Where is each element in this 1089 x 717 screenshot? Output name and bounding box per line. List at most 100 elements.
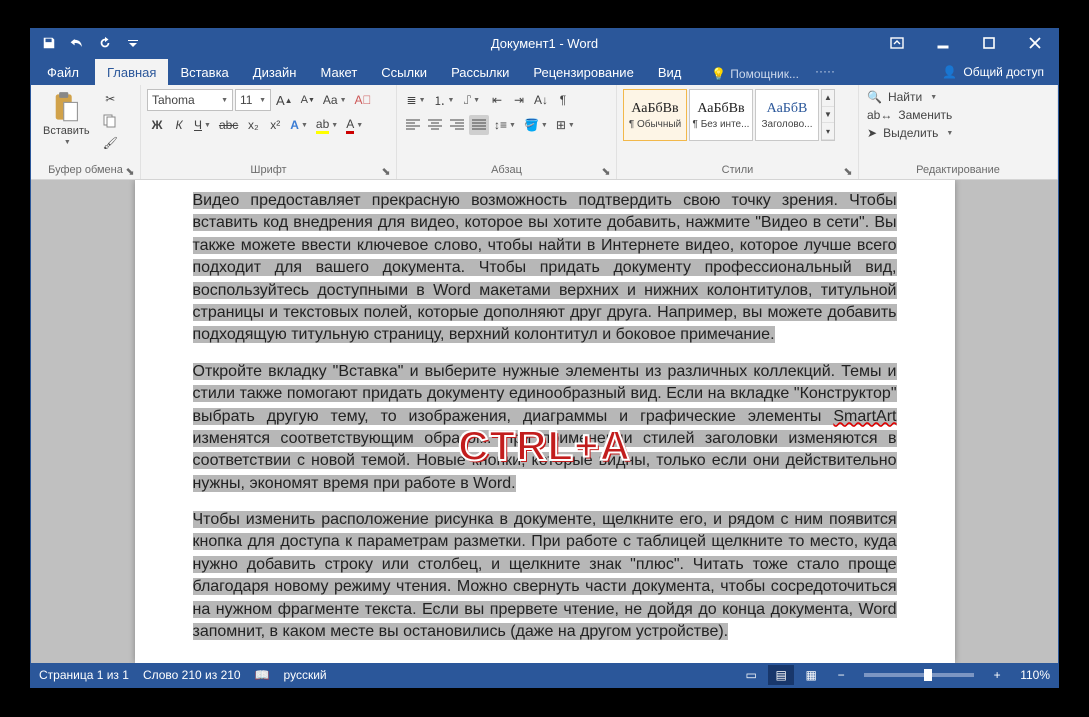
zoom-thumb[interactable] — [924, 669, 932, 681]
change-case-button[interactable]: Aa▼ — [320, 90, 350, 110]
shading-button[interactable]: 🪣▼ — [521, 115, 551, 135]
page-icon: ▤ — [776, 668, 787, 682]
font-size-select[interactable]: 11▼ — [235, 89, 271, 111]
page: Видео предоставляет прекрасную возможнос… — [135, 180, 955, 663]
group-clipboard: Вставить ▼ ✂ 🖌 Буфер обмена⬊ — [31, 85, 141, 179]
line-spacing-button[interactable]: ↕≡▼ — [491, 115, 519, 135]
justify-icon — [472, 119, 486, 131]
tab-layout[interactable]: Макет — [308, 59, 369, 85]
body-text[interactable]: Видео предоставляет прекрасную возможнос… — [135, 190, 955, 643]
paragraph-1: Видео предоставляет прекрасную возможнос… — [193, 192, 897, 343]
strikethrough-button[interactable]: abc — [216, 115, 241, 135]
align-center-icon — [428, 119, 442, 131]
style-no-spacing[interactable]: АаБбВв¶ Без инте... — [689, 89, 753, 141]
proofing-icon[interactable]: 📖 — [255, 668, 270, 682]
find-button[interactable]: 🔍Найти▼ — [865, 89, 955, 105]
font-color-button[interactable]: A▼ — [343, 115, 366, 135]
bullets-button[interactable]: ≣▼ — [403, 89, 429, 111]
print-layout-button[interactable]: ▤ — [768, 665, 794, 685]
align-center-button[interactable] — [425, 115, 445, 135]
zoom-in-button[interactable]: + — [984, 665, 1010, 685]
redo-button[interactable] — [93, 31, 117, 55]
tell-me-input[interactable]: 💡Помощник... — [705, 63, 805, 85]
word-count[interactable]: Слово 210 из 210 — [143, 668, 241, 682]
replace-icon: ab↔ — [867, 108, 892, 122]
clear-formatting-button[interactable]: A⃠ — [352, 90, 375, 110]
account-name[interactable]: ····· — [805, 64, 845, 78]
dialog-launcher-font[interactable]: ⬊ — [380, 165, 392, 177]
page-indicator[interactable]: Страница 1 из 1 — [39, 668, 129, 682]
cut-button[interactable]: ✂ — [100, 89, 121, 109]
read-mode-button[interactable]: ▭ — [738, 665, 764, 685]
justify-button[interactable] — [469, 115, 489, 135]
superscript-button[interactable]: x² — [265, 115, 285, 135]
language-indicator[interactable]: русский — [284, 668, 327, 682]
increase-indent-button[interactable]: ⇥ — [509, 90, 529, 110]
tab-mailings[interactable]: Рассылки — [439, 59, 521, 85]
tab-design[interactable]: Дизайн — [241, 59, 309, 85]
zoom-out-button[interactable]: − — [828, 665, 854, 685]
text-effects-button[interactable]: A▼ — [287, 115, 311, 135]
ribbon-display-button[interactable] — [874, 29, 920, 57]
styles-more-button[interactable]: ▾ — [822, 123, 834, 140]
tab-references[interactable]: Ссылки — [369, 59, 439, 85]
style-normal[interactable]: АаБбВв¶ Обычный — [623, 89, 687, 141]
tab-insert[interactable]: Вставка — [168, 59, 240, 85]
decrease-font-button[interactable]: A▼ — [298, 90, 318, 110]
show-marks-button[interactable]: ¶ — [553, 90, 573, 110]
brush-icon: 🖌 — [103, 136, 118, 150]
tab-view[interactable]: Вид — [646, 59, 694, 85]
styles-gallery: АаБбВв¶ Обычный АаБбВв¶ Без инте... АаБб… — [623, 89, 835, 141]
font-name-select[interactable]: Tahoma▼ — [147, 89, 233, 111]
multilevel-button[interactable]: ⑀▼ — [459, 89, 485, 111]
share-button[interactable]: 👤Общий доступ — [928, 59, 1058, 85]
style-heading1[interactable]: АаБбВЗаголово... — [755, 89, 819, 141]
align-right-icon — [450, 119, 464, 131]
smartart-text: SmartArt — [833, 408, 896, 425]
replace-button[interactable]: ab↔Заменить — [865, 107, 955, 123]
window-controls — [874, 29, 1058, 57]
numbering-icon: ⒈ — [434, 92, 446, 109]
tab-review[interactable]: Рецензирование — [521, 59, 645, 85]
close-button[interactable] — [1012, 29, 1058, 57]
copy-button[interactable] — [100, 111, 121, 131]
select-button[interactable]: ➤Выделить▼ — [865, 125, 955, 141]
format-painter-button[interactable]: 🖌 — [100, 133, 121, 153]
maximize-button[interactable] — [966, 29, 1012, 57]
dialog-launcher-styles[interactable]: ⬊ — [842, 165, 854, 177]
zoom-level[interactable]: 110% — [1020, 668, 1050, 682]
paste-button[interactable]: Вставить ▼ — [37, 89, 96, 148]
align-left-button[interactable] — [403, 115, 423, 135]
highlight-button[interactable]: ab▼ — [313, 115, 341, 135]
decrease-indent-button[interactable]: ⇤ — [487, 90, 507, 110]
bold-button[interactable]: Ж — [147, 115, 167, 135]
share-icon: 👤 — [942, 65, 957, 79]
multilevel-icon: ⑀ — [464, 93, 471, 107]
increase-font-button[interactable]: A▲ — [273, 90, 296, 110]
tab-file[interactable]: Файл — [35, 59, 95, 85]
align-left-icon — [406, 119, 420, 131]
chevron-down-icon: ▼ — [64, 139, 71, 146]
align-right-button[interactable] — [447, 115, 467, 135]
document-area[interactable]: Видео предоставляет прекрасную возможнос… — [31, 180, 1058, 663]
save-button[interactable] — [37, 31, 61, 55]
web-layout-button[interactable]: ▦ — [798, 665, 824, 685]
underline-button[interactable]: Ч▼ — [191, 115, 214, 135]
undo-button[interactable] — [65, 31, 89, 55]
paragraph-3: Чтобы изменить расположение рисунка в до… — [193, 511, 897, 640]
styles-up-button[interactable]: ▲ — [822, 90, 834, 107]
styles-down-button[interactable]: ▼ — [822, 107, 834, 124]
italic-button[interactable]: К — [169, 115, 189, 135]
minimize-button[interactable] — [920, 29, 966, 57]
group-label-styles: Стили⬊ — [623, 162, 852, 177]
zoom-slider[interactable] — [864, 673, 974, 677]
group-label-font: Шрифт⬊ — [147, 162, 390, 177]
tab-home[interactable]: Главная — [95, 59, 168, 85]
dialog-launcher-paragraph[interactable]: ⬊ — [600, 165, 612, 177]
sort-button[interactable]: A↓ — [531, 90, 551, 110]
dialog-launcher-clipboard[interactable]: ⬊ — [124, 165, 136, 177]
numbering-button[interactable]: ⒈▼ — [431, 89, 457, 111]
borders-button[interactable]: ⊞▼ — [553, 115, 578, 135]
subscript-button[interactable]: x₂ — [243, 115, 263, 135]
qat-customize-button[interactable] — [121, 31, 145, 55]
